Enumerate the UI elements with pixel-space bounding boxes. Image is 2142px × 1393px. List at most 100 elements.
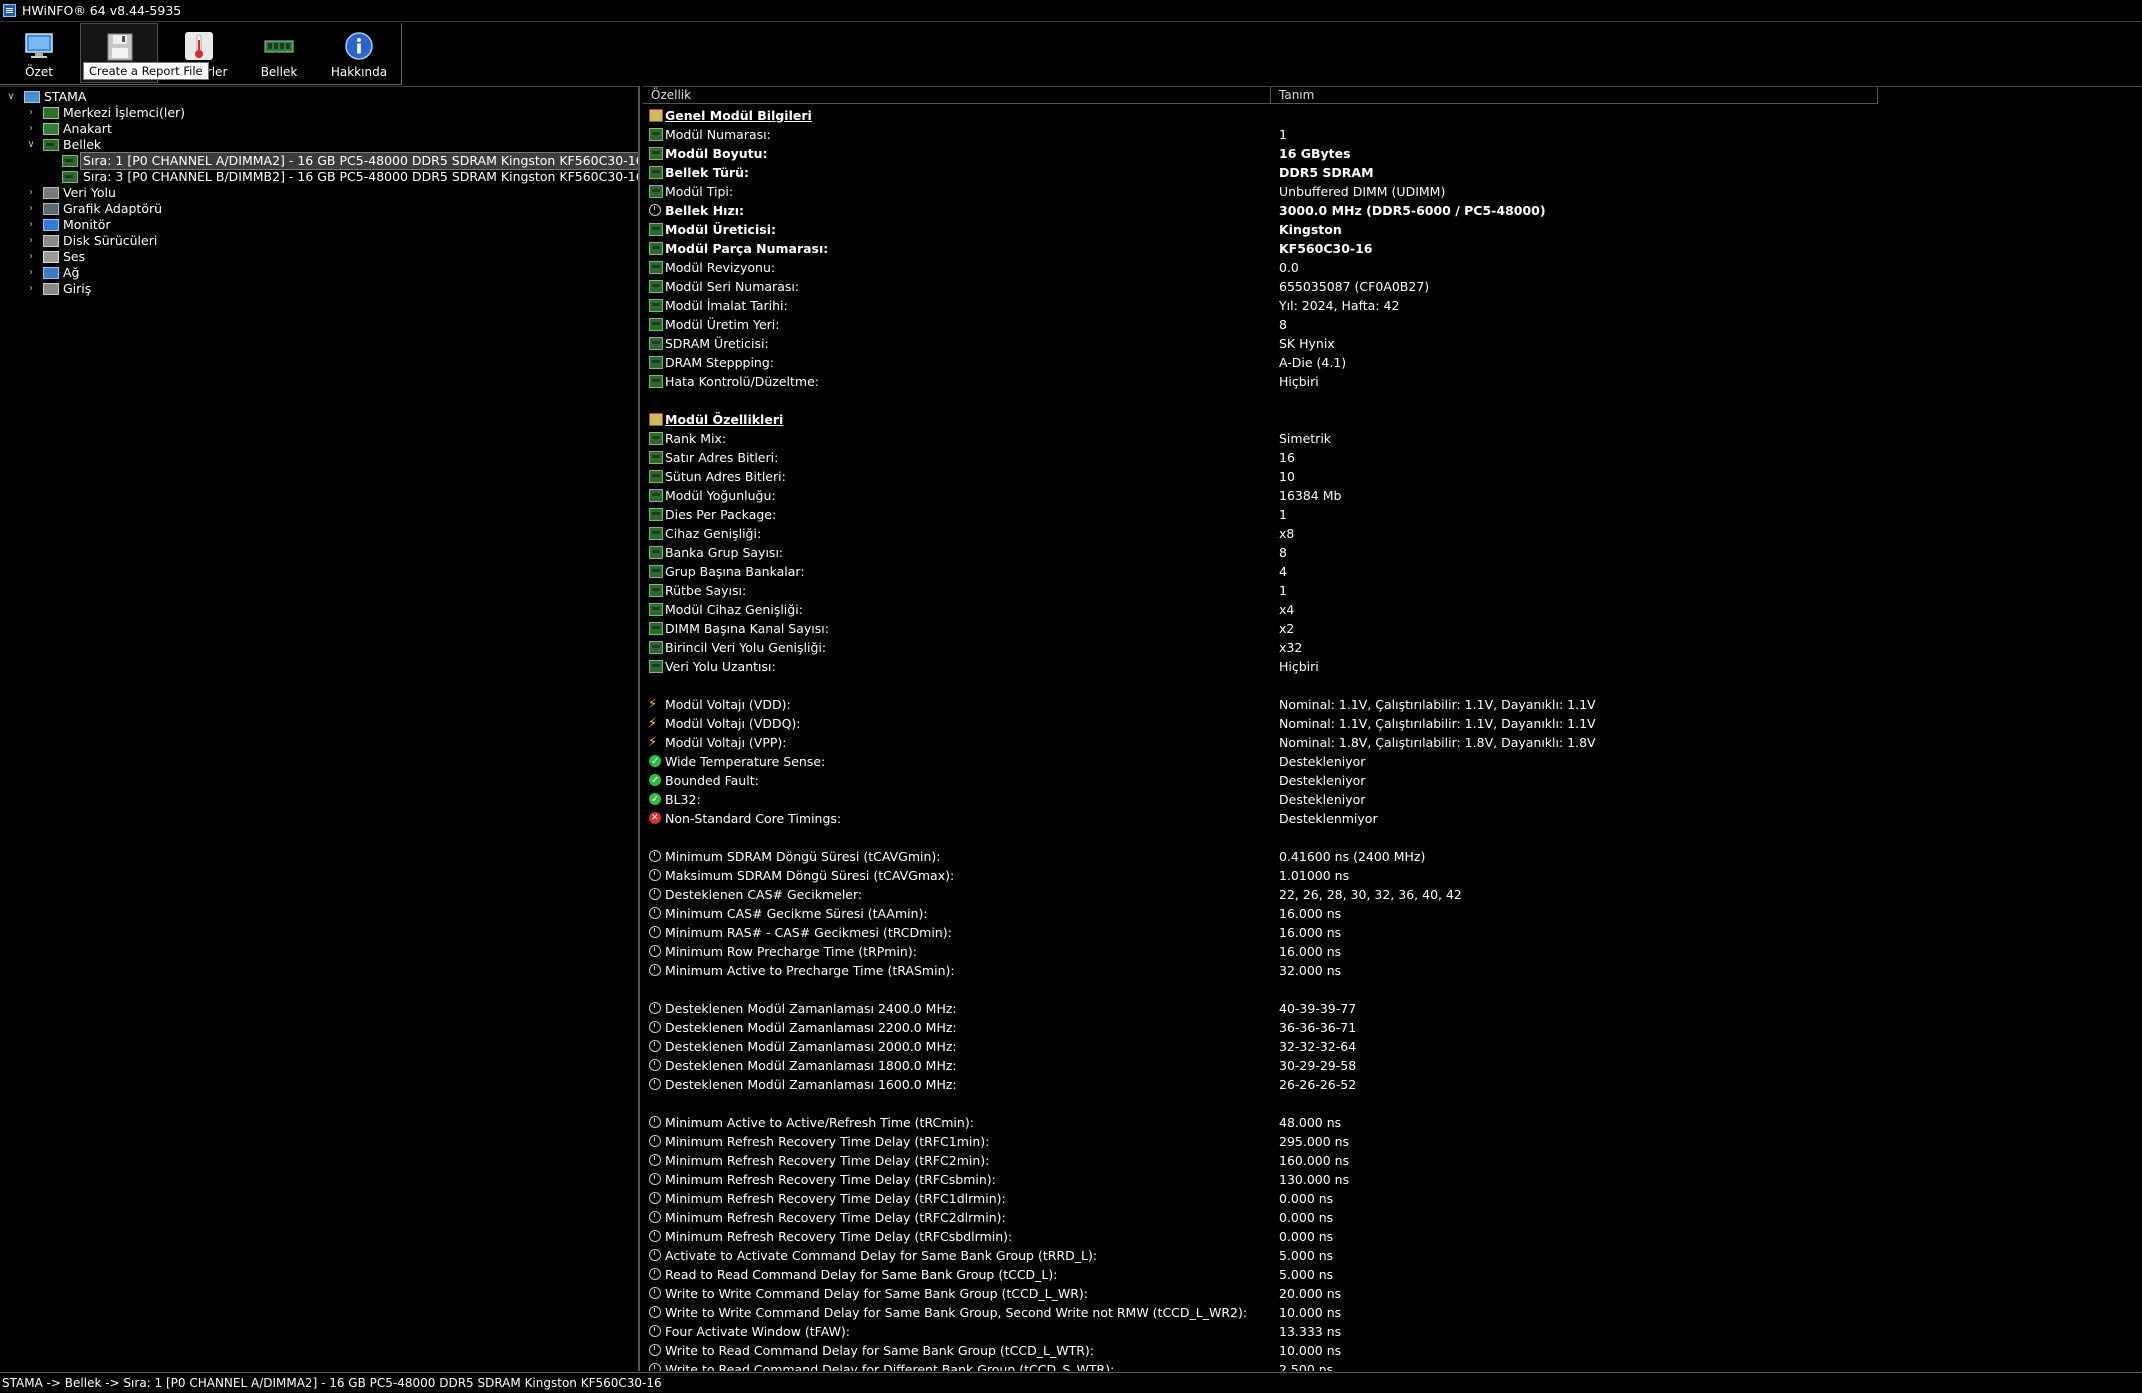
property-row[interactable]: Four Activate Window (tFAW): 13.333 ns: [643, 1322, 2142, 1341]
property-row[interactable]: Modül Parça Numarası: KF560C30-16: [643, 239, 2142, 258]
summary-button[interactable]: Özet: [0, 23, 78, 83]
property-value: Nominal: 1.8V, Çalıştırılabilir: 1.8V, D…: [1279, 735, 1596, 750]
property-row[interactable]: Bellek Türü: DDR5 SDRAM: [643, 163, 2142, 182]
property-row[interactable]: Veri Yolu Uzantısı: Hiçbiri: [643, 657, 2142, 676]
property-row[interactable]: Rütbe Sayısı: 1: [643, 581, 2142, 600]
expand-icon[interactable]: ›: [26, 233, 36, 249]
property-row[interactable]: DIMM Başına Kanal Sayısı: x2: [643, 619, 2142, 638]
property-row[interactable]: Modül Boyutu: 16 GBytes: [643, 144, 2142, 163]
property-row[interactable]: Sütun Adres Bitleri: 10: [643, 467, 2142, 486]
property-row[interactable]: DRAM Steppping: A-Die (4.1): [643, 353, 2142, 372]
expand-icon[interactable]: ›: [26, 249, 36, 265]
property-name: Modül Seri Numarası:: [665, 279, 800, 294]
property-row[interactable]: Minimum Refresh Recovery Time Delay (tRF…: [643, 1208, 2142, 1227]
monitor-icon: [25, 33, 53, 58]
property-row[interactable]: Write to Read Command Delay for Same Ban…: [643, 1341, 2142, 1360]
property-row[interactable]: Rank Mix: Simetrik: [643, 429, 2142, 448]
property-row[interactable]: Modül Seri Numarası: 655035087 (CF0A0B27): [643, 277, 2142, 296]
property-row[interactable]: Desteklenen Modül Zamanlaması 2000.0 MHz…: [643, 1037, 2142, 1056]
property-row[interactable]: Desteklenen Modül Zamanlaması 2400.0 MHz…: [643, 999, 2142, 1018]
property-row[interactable]: Bellek Hızı: 3000.0 MHz (DDR5-6000 / PC5-…: [643, 201, 2142, 220]
property-name: Desteklenen Modül Zamanlaması 2400.0 MHz…: [665, 1001, 957, 1016]
property-row[interactable]: Modül Tipi: Unbuffered DIMM (UDIMM): [643, 182, 2142, 201]
column-header-property[interactable]: Özellik: [643, 87, 1271, 104]
property-row[interactable]: Maksimum SDRAM Döngü Süresi (tCAVGmax): 1…: [643, 866, 2142, 885]
property-row[interactable]: Dies Per Package: 1: [643, 505, 2142, 524]
property-name: Modül Özellikleri: [665, 412, 784, 427]
memory-module-icon: [649, 584, 663, 597]
property-row[interactable]: Desteklenen Modül Zamanlaması 1600.0 MHz…: [643, 1075, 2142, 1094]
expand-icon[interactable]: ›: [26, 201, 36, 217]
collapse-icon[interactable]: ∨: [26, 137, 36, 153]
property-row[interactable]: Minimum CAS# Gecikme Süresi (tAAmin): 16.…: [643, 904, 2142, 923]
property-row[interactable]: Modül Üreticisi: Kingston: [643, 220, 2142, 239]
property-row[interactable]: BL32: Destekleniyor: [643, 790, 2142, 809]
property-row[interactable]: Modül Voltajı (VPP): Nominal: 1.8V, Çalış…: [643, 733, 2142, 752]
property-name: Four Activate Window (tFAW):: [665, 1324, 851, 1339]
expand-icon[interactable]: ›: [26, 105, 36, 121]
property-row[interactable]: Minimum Row Precharge Time (tRPmin): 16.0…: [643, 942, 2142, 961]
property-row[interactable]: Modül Voltajı (VDDQ): Nominal: 1.1V, Çalı…: [643, 714, 2142, 733]
property-row[interactable]: Desteklenen CAS# Gecikmeler: 22, 26, 28, …: [643, 885, 2142, 904]
property-row[interactable]: Desteklenen Modül Zamanlaması 1800.0 MHz…: [643, 1056, 2142, 1075]
property-row[interactable]: Minimum Refresh Recovery Time Delay (tRF…: [643, 1132, 2142, 1151]
memory-module-icon: [649, 223, 663, 236]
property-value: 0.000 ns: [1279, 1191, 1334, 1206]
property-row[interactable]: SDRAM Üreticisi: SK Hynix: [643, 334, 2142, 353]
property-value: 4: [1279, 564, 1287, 579]
about-button[interactable]: Hakkında: [320, 23, 398, 83]
property-row[interactable]: Modül Voltajı (VDD): Nominal: 1.1V, Çalış…: [643, 695, 2142, 714]
column-header-value[interactable]: Tanım: [1271, 87, 1878, 104]
property-row[interactable]: Minimum Refresh Recovery Time Delay (tRF…: [643, 1170, 2142, 1189]
property-value: 30-29-29-58: [1279, 1058, 1357, 1073]
property-row[interactable]: Modül Numarası: 1: [643, 125, 2142, 144]
property-row[interactable]: Modül İmalat Tarihi: Yıl: 2024, Hafta: 42: [643, 296, 2142, 315]
property-row[interactable]: Minimum Refresh Recovery Time Delay (tRF…: [643, 1227, 2142, 1246]
property-row[interactable]: Desteklenen Modül Zamanlaması 2200.0 MHz…: [643, 1018, 2142, 1037]
property-row[interactable]: Minimum RAS# - CAS# Gecikmesi (tRCDmin):…: [643, 923, 2142, 942]
property-row[interactable]: Write to Write Command Delay for Same Ba…: [643, 1303, 2142, 1322]
property-row[interactable]: Minimum Refresh Recovery Time Delay (tRF…: [643, 1151, 2142, 1170]
tree-label: Giriş: [63, 281, 92, 296]
property-row[interactable]: Modül Üretim Yeri: 8: [643, 315, 2142, 334]
property-row[interactable]: Read to Read Command Delay for Same Bank…: [643, 1265, 2142, 1284]
memory-module-icon: [649, 318, 663, 331]
property-row[interactable]: Minimum Active to Active/Refresh Time (t…: [643, 1113, 2142, 1132]
property-value: 5.000 ns: [1279, 1267, 1334, 1282]
property-row[interactable]: Birincil Veri Yolu Genişliği: x32: [643, 638, 2142, 657]
property-row[interactable]: Modül Revizyonu: 0.0: [643, 258, 2142, 277]
property-row[interactable]: Wide Temperature Sense: Destekleniyor: [643, 752, 2142, 771]
lightning-icon: [648, 714, 663, 733]
expand-icon[interactable]: ›: [26, 265, 36, 281]
property-row[interactable]: Activate to Activate Command Delay for S…: [643, 1246, 2142, 1265]
expand-icon[interactable]: ›: [26, 185, 36, 201]
property-row[interactable]: Write to Read Command Delay for Differen…: [643, 1360, 2142, 1371]
property-row[interactable]: Minimum SDRAM Döngü Süresi (tCAVGmin): 0.…: [643, 847, 2142, 866]
property-value: 20.000 ns: [1279, 1286, 1342, 1301]
clock-icon: [649, 945, 661, 957]
expand-icon[interactable]: ›: [26, 281, 36, 297]
property-value: x2: [1279, 621, 1295, 636]
property-name: Grup Başına Bankalar:: [665, 564, 805, 579]
section-header[interactable]: Genel Modül Bilgileri: [643, 106, 2142, 125]
property-row[interactable]: Bounded Fault: Destekleniyor: [643, 771, 2142, 790]
property-row[interactable]: Satır Adres Bitleri: 16: [643, 448, 2142, 467]
memory-button[interactable]: Bellek: [240, 23, 318, 83]
collapse-icon[interactable]: ∨: [6, 89, 16, 105]
property-row[interactable]: Grup Başına Bankalar: 4: [643, 562, 2142, 581]
clock-icon: [649, 907, 661, 919]
property-row[interactable]: Modül Yoğunluğu: 16384 Mb: [643, 486, 2142, 505]
section-header[interactable]: Modül Özellikleri: [643, 410, 2142, 429]
summary-label: Özet: [25, 65, 53, 79]
property-row[interactable]: Cihaz Genişliği: x8: [643, 524, 2142, 543]
property-row[interactable]: Minimum Active to Precharge Time (tRASmi…: [643, 961, 2142, 980]
memory-module-icon: [649, 356, 663, 369]
property-row[interactable]: Modül Cihaz Genişliği: x4: [643, 600, 2142, 619]
property-row[interactable]: Write to Write Command Delay for Same Ba…: [643, 1284, 2142, 1303]
property-row[interactable]: Non-Standard Core Timings: Desteklenmiyor: [643, 809, 2142, 828]
expand-icon[interactable]: ›: [26, 217, 36, 233]
property-row[interactable]: Hata Kontrolü/Düzeltme: Hiçbiri: [643, 372, 2142, 391]
property-row[interactable]: Minimum Refresh Recovery Time Delay (tRF…: [643, 1189, 2142, 1208]
expand-icon[interactable]: ›: [26, 121, 36, 137]
property-row[interactable]: Banka Grup Sayısı: 8: [643, 543, 2142, 562]
